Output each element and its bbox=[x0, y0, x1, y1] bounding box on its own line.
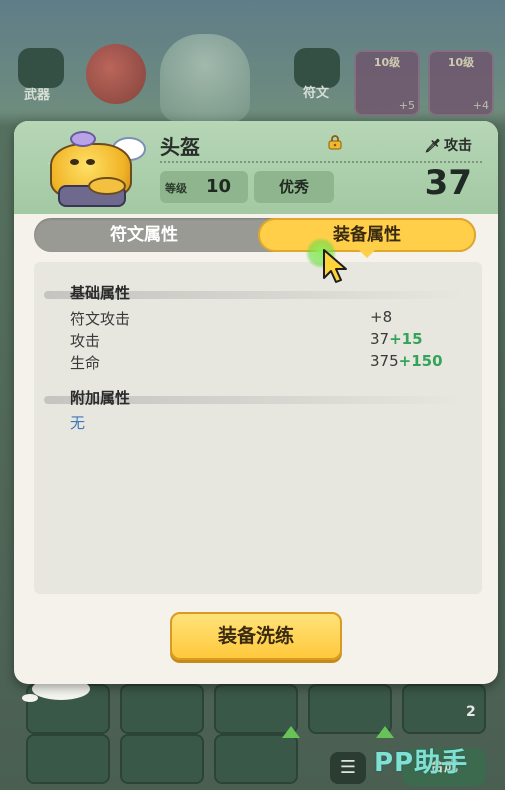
stat-bonus: +150 bbox=[398, 352, 443, 370]
refine-equipment-button[interactable]: 装备洗练 bbox=[170, 612, 342, 660]
helmet-icon: ★ bbox=[28, 125, 146, 211]
stat-bonus: +15 bbox=[389, 330, 423, 348]
stat-base: 37 bbox=[370, 330, 390, 348]
weapon-tab-icon[interactable] bbox=[18, 48, 64, 88]
upgrade-arrow-icon bbox=[282, 726, 300, 738]
level-badge: 等级 10 bbox=[160, 171, 248, 203]
attack-type-label: 攻击 bbox=[444, 138, 472, 154]
equipment-slot[interactable]: 10级 +4 bbox=[428, 50, 494, 116]
filter-icon[interactable]: ☰ bbox=[330, 752, 366, 784]
rune-tab-label: 符文 bbox=[303, 86, 330, 101]
cursor-pointer-icon bbox=[302, 234, 352, 284]
weapon-tab-label: 武器 bbox=[24, 88, 51, 103]
attribute-tabs: 符文属性 装备属性 bbox=[34, 218, 476, 252]
stat-base: 375 bbox=[370, 352, 399, 370]
extra-attributes-header: 附加属性 bbox=[44, 387, 464, 407]
cap-bow bbox=[70, 131, 96, 147]
slot-plus: +4 bbox=[472, 99, 489, 112]
upgrade-arrow-icon bbox=[376, 726, 394, 738]
character-avatar bbox=[160, 34, 250, 122]
extra-attributes-title: 附加属性 bbox=[70, 389, 131, 407]
stat-value: +8 bbox=[370, 308, 392, 326]
stat-row: 生命 375+150 bbox=[70, 352, 470, 374]
stat-row: 符文攻击 +8 bbox=[70, 308, 470, 330]
stat-base: +8 bbox=[370, 308, 393, 326]
attack-type-tag: 🗡 攻击 bbox=[424, 135, 472, 155]
lock-icon[interactable] bbox=[327, 134, 343, 150]
inventory-cell[interactable] bbox=[120, 734, 204, 784]
tab-rune-attributes[interactable]: 符文属性 bbox=[34, 218, 254, 252]
sword-icon: 🗡 bbox=[424, 139, 441, 154]
power-value: 37 bbox=[424, 163, 472, 203]
level-value: 10 bbox=[206, 176, 232, 197]
stat-name: 生命 bbox=[70, 354, 101, 372]
tab-pointer bbox=[359, 250, 375, 258]
arrow-cursor-icon bbox=[323, 249, 347, 283]
inventory-cell[interactable] bbox=[120, 684, 204, 734]
slot-plus: +5 bbox=[398, 99, 415, 112]
watermark: PP助手 bbox=[374, 748, 469, 778]
equipment-detail-modal: ★ 头盔 🗡攻击 等级 10 优秀 37 符文属 bbox=[14, 121, 498, 684]
helmet-eye bbox=[70, 159, 79, 165]
tab-equipment-attributes[interactable]: 装备属性 bbox=[258, 218, 476, 252]
equipment-slot[interactable]: 10级 +5 bbox=[354, 50, 420, 116]
quality-label: 优秀 bbox=[278, 178, 309, 196]
stat-name: 攻击 bbox=[70, 332, 101, 350]
quality-badge: 优秀 bbox=[254, 171, 334, 203]
stat-row: 攻击 37+15 bbox=[70, 330, 470, 352]
item-header: ★ 头盔 🗡攻击 等级 10 优秀 37 bbox=[14, 121, 498, 214]
inventory-cell[interactable] bbox=[214, 734, 298, 784]
inventory-cell[interactable] bbox=[26, 734, 110, 784]
slot-level: 10级 bbox=[447, 56, 475, 69]
base-attributes-title: 基础属性 bbox=[70, 284, 131, 302]
attributes-panel: 基础属性 符文攻击 +8 攻击 37+15 生命 375+150 附加属性 无 bbox=[34, 262, 482, 594]
extra-none-text: 无 bbox=[70, 414, 86, 432]
red-orb-icon bbox=[86, 44, 146, 104]
base-attributes-header: 基础属性 bbox=[44, 282, 464, 302]
helmet-eye bbox=[86, 159, 95, 165]
speech-bubble-tail bbox=[22, 694, 38, 702]
slot-level: 10级 bbox=[373, 56, 401, 69]
stat-value: 375+150 bbox=[370, 352, 443, 370]
inventory-count: 2 bbox=[466, 704, 476, 720]
stat-name: 符文攻击 bbox=[70, 310, 131, 328]
stat-value: 37+15 bbox=[370, 330, 423, 348]
item-name: 头盔 bbox=[160, 135, 200, 159]
helmet-beak bbox=[88, 177, 126, 195]
extra-attributes-value: 无 bbox=[70, 412, 470, 434]
level-label: 等级 bbox=[165, 182, 187, 195]
